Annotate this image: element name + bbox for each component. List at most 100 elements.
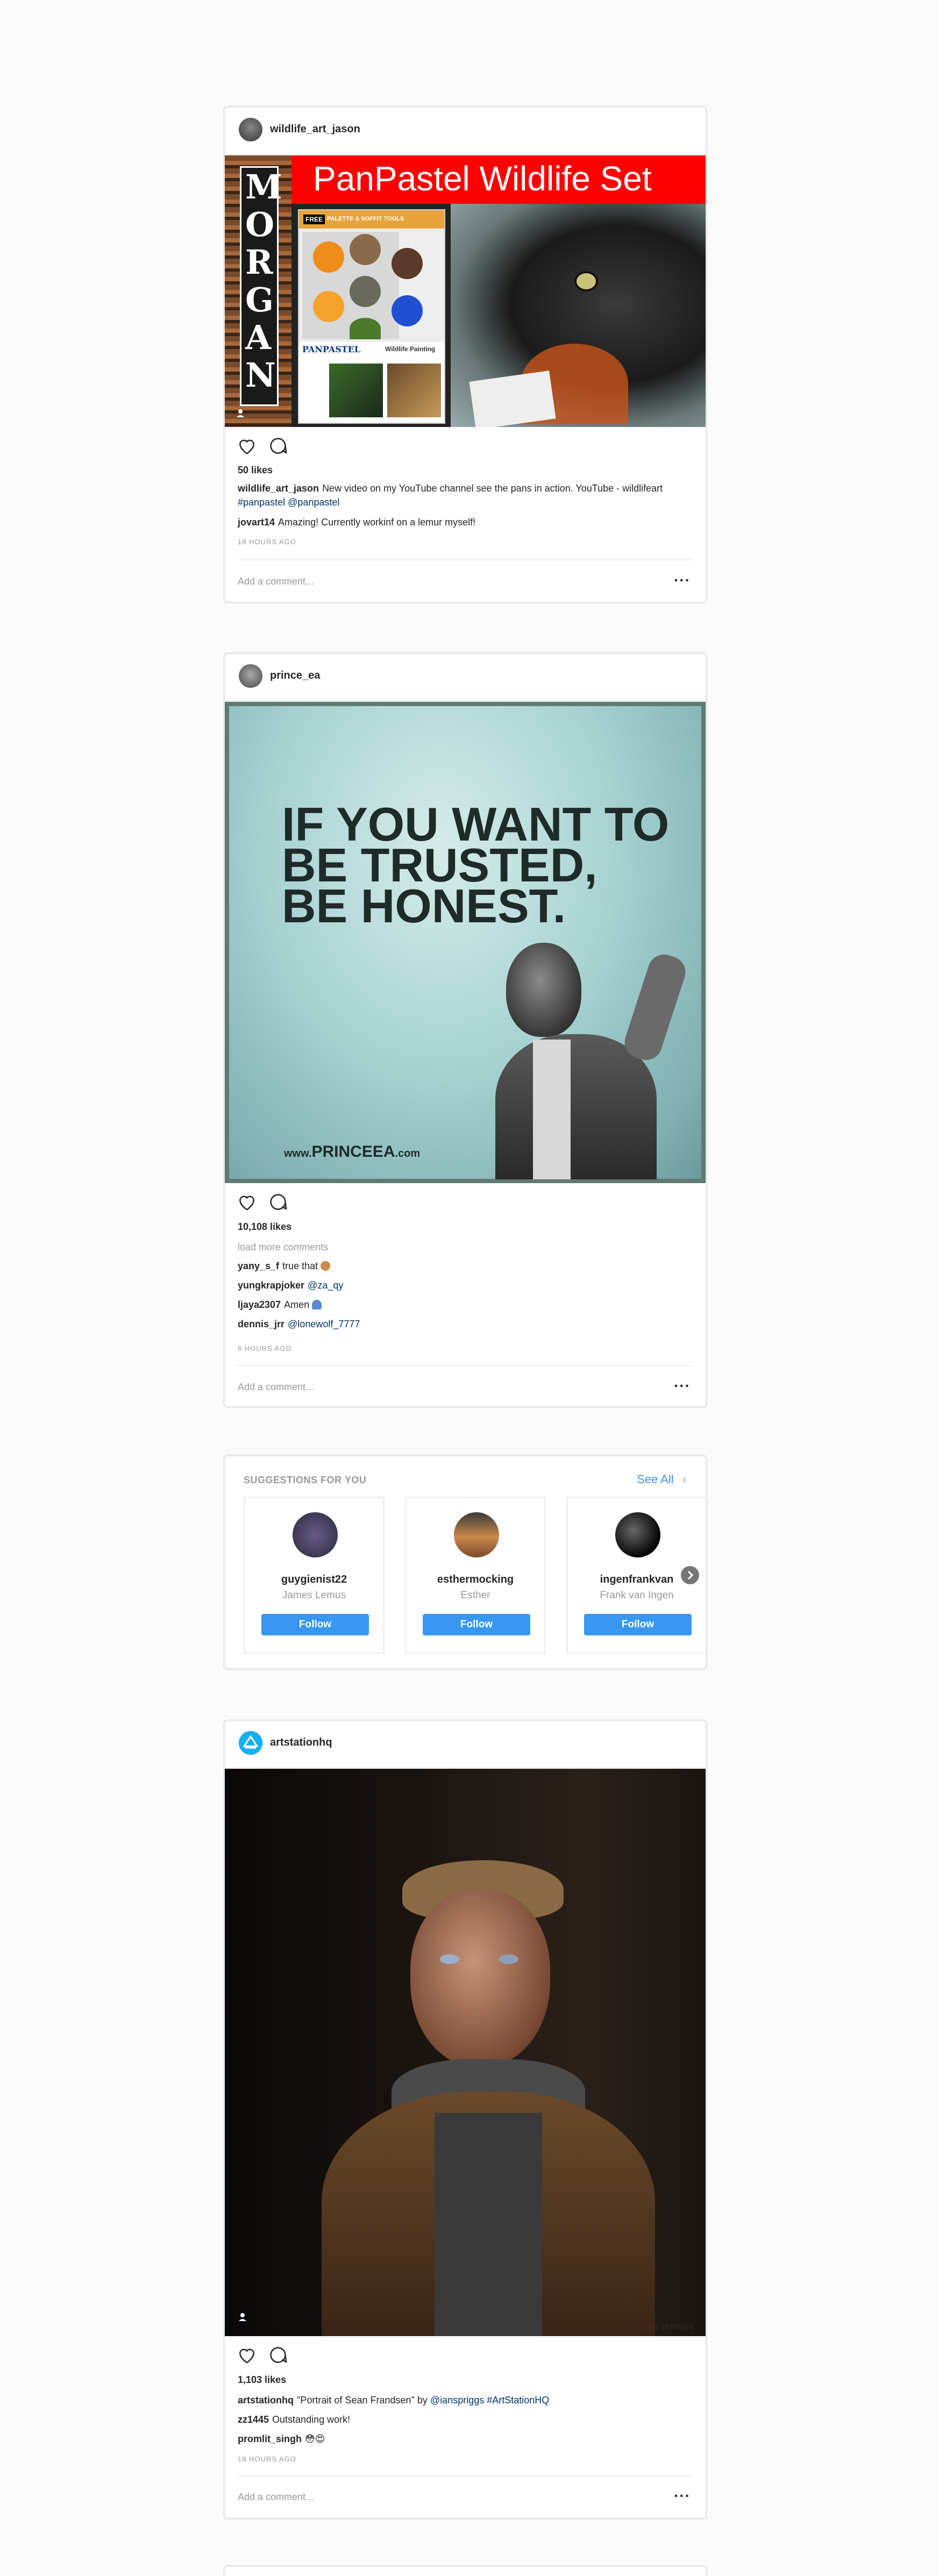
morgan-text: MORGAN [245,167,282,395]
person-figure [495,943,701,1179]
suggestions-panel: SUGGESTIONS FOR YOU See All › guygienist… [223,1455,707,1670]
comment-username[interactable]: wildlife_art_jason [238,483,319,494]
product-box: FREE PALETTE & SOFFIT TOOLS PANPASTEL Wi… [298,209,445,424]
post-username[interactable]: prince_ea [270,670,320,682]
avatar[interactable] [239,118,262,141]
post-actions [225,427,706,465]
post-username[interactable]: wildlife_art_jason [270,123,360,136]
post-header: wildlife_art_jason [225,108,706,155]
banner-text: PanPastel Wildlife Set [313,159,652,198]
comment-text: New video on my YouTube channel see the … [322,483,663,494]
add-comment-input[interactable]: Add a comment... [238,576,314,587]
comment-username[interactable]: yany_s_f [238,1261,279,1271]
divider [238,559,693,560]
post-image[interactable]: IF YOU WANT TO BE TRUSTED, BE HONEST. ww… [225,702,706,1183]
post-time[interactable]: 18 HOURS AGO [238,2455,296,2463]
likes-count[interactable]: 50 likes [238,465,273,476]
comment-text: Amazing! Currently workinf on a lemur my… [278,517,476,528]
watermark: IAN SPRIGGS [645,2323,694,2331]
comment-text: "Portrait of Sean Frandsen" by [297,2395,428,2406]
banner: PanPastel Wildlife Set [291,155,706,204]
emoji-face-icon [321,1261,331,1271]
comment-username[interactable]: artstationhq [238,2395,294,2406]
suggestion-name: James Lemus [282,1590,346,1601]
more-options-icon[interactable]: ··· [674,1378,691,1393]
avatar[interactable] [454,1512,499,1557]
box-free-label: FREE [303,215,325,224]
load-more-comments[interactable]: load more comments [238,1240,689,1254]
post-image[interactable]: IAN SPRIGGS [225,1769,706,2336]
follow-button[interactable]: Follow [584,1614,692,1635]
divider [238,2475,693,2477]
morgan-side-panel: MORGAN [225,155,291,427]
post-header: artstationhq [225,1721,706,1769]
comment-text: true that [282,1261,318,1271]
heart-icon[interactable] [237,2345,257,2365]
website-text: www.PRINCEEA.com [284,1143,420,1161]
suggestion-card: esthermocking Esther Follow [405,1497,546,1654]
comment: jovart14 Amazing! Currently workinf on a … [238,515,689,529]
suggestion-username[interactable]: esthermocking [407,1574,544,1586]
post-actions [225,2336,706,2374]
emoji-pray-icon [312,1300,322,1310]
follow-button[interactable]: Follow [423,1614,530,1635]
avatar[interactable] [293,1512,338,1557]
avatar[interactable] [239,664,262,688]
website-suffix: .com [395,1148,421,1159]
post-card [223,2565,707,2576]
avatar[interactable] [615,1512,660,1557]
post-time[interactable]: 18 HOURS AGO [238,538,296,546]
comment-text: Amen [284,1299,310,1310]
box-free-text: PALETTE & SOFFIT TOOLS [327,216,404,222]
more-options-icon[interactable]: ··· [674,573,691,588]
comment: yany_s_f true that [238,1259,689,1273]
comment-username[interactable]: zz1445 [238,2414,269,2425]
comment-icon[interactable] [268,2345,288,2365]
post-card: artstationhq IAN SPRIGGS 1,103 likes art… [223,1719,707,2520]
avatar[interactable] [239,1731,262,1755]
comment-text[interactable]: @za_qy [308,1280,343,1291]
post-time[interactable]: 8 HOURS AGO [238,1344,292,1353]
website-prefix: www. [284,1148,312,1159]
suggestion-username[interactable]: guygienist22 [245,1574,383,1586]
comment-tags[interactable]: #panpastel @panpastel [238,497,339,508]
user-tag-icon[interactable] [238,2312,247,2322]
comment-icon[interactable] [268,436,288,456]
comment: artstationhq "Portrait of Sean Frandsen" … [238,2393,689,2407]
comment-username[interactable]: promlit_singh [238,2433,302,2444]
chevron-right-icon[interactable] [681,1566,699,1584]
quote-line-3: BE HONEST. [282,879,566,933]
portrait-figure [322,1860,655,2336]
post-card: prince_ea IF YOU WANT TO BE TRUSTED, BE … [223,652,707,1408]
follow-button[interactable]: Follow [261,1614,369,1635]
see-all-link[interactable]: See All › [637,1472,686,1486]
add-comment-input[interactable]: Add a comment... [238,2492,314,2503]
heart-icon[interactable] [237,1192,257,1212]
post-username[interactable]: artstationhq [270,1737,332,1749]
quote-poster: IF YOU WANT TO BE TRUSTED, BE HONEST. ww… [229,706,701,1179]
chevron-right-icon: › [682,1472,686,1486]
comment: dennis_jrr @lonewolf_7777 [238,1317,689,1331]
more-options-icon[interactable]: ··· [674,2488,691,2503]
user-tag-icon[interactable] [236,408,245,418]
likes-count[interactable]: 10,108 likes [238,1221,291,1233]
comment-text[interactable]: @lonewolf_7777 [288,1319,360,1329]
comment-icon[interactable] [268,1192,288,1212]
website-main: PRINCEEA [311,1143,395,1161]
comment: wildlife_art_jason New video on my YouTub… [238,481,689,509]
comment: yungkrapjoker @za_qy [238,1278,689,1292]
suggestions-title: SUGGESTIONS FOR YOU [244,1475,367,1485]
comment: zz1445 Outstanding work! [238,2413,689,2426]
suggestion-name: Frank van Ingen [600,1590,674,1601]
box-brand: PANPASTEL [302,344,361,354]
likes-count[interactable]: 1,103 likes [238,2374,286,2386]
comment-username[interactable]: dennis_jrr [238,1319,284,1329]
comment-username[interactable]: jovart14 [238,517,275,528]
post-image[interactable]: MORGAN PanPastel Wildlife Set FREE PALET… [225,155,706,427]
heart-icon[interactable] [237,436,257,456]
comment-username[interactable]: yungkrapjoker [238,1280,304,1291]
comment-tags[interactable]: @ianspriggs #ArtStationHQ [430,2395,549,2406]
add-comment-input[interactable]: Add a comment... [238,1382,314,1393]
see-all-label[interactable]: See All [637,1472,674,1486]
comment-username[interactable]: ljaya2307 [238,1299,281,1310]
